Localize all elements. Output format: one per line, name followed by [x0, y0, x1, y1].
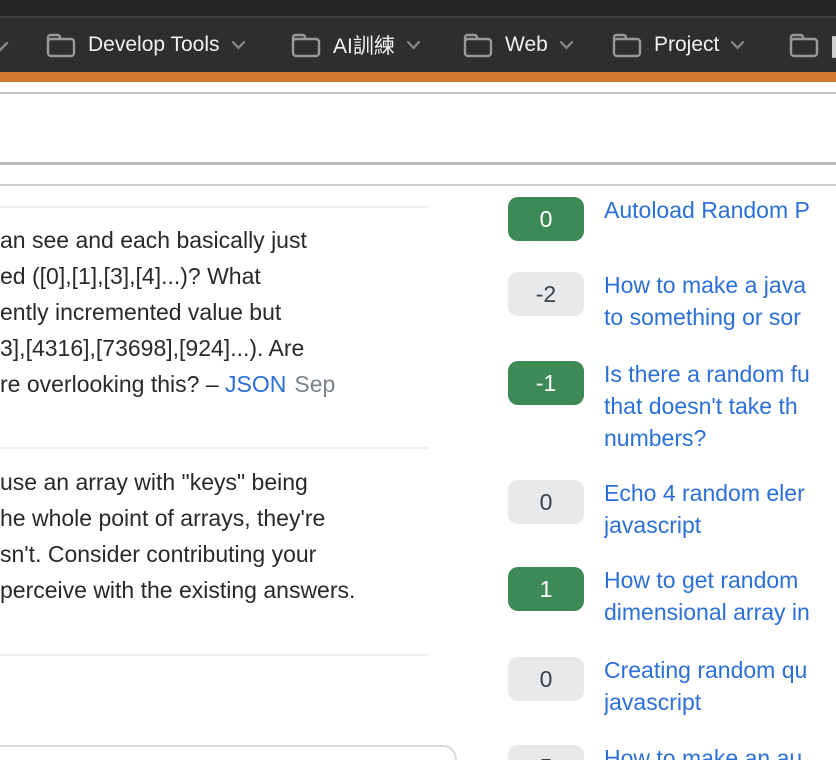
comment-text-line: use an array with "keys" being [0, 464, 440, 500]
folder-icon [45, 32, 77, 59]
bookmark-folder-label: Develop Tools [88, 33, 220, 57]
related-question-link[interactable]: How to get random dimensional array in [604, 564, 836, 628]
related-question-link[interactable]: How to make a java to something or sor [604, 269, 836, 333]
comment-text-line: 3],[4316],[73698],[924]...). Are [0, 330, 440, 366]
vote-count-badge: 0 [508, 657, 584, 701]
chevron-down-icon [406, 40, 421, 50]
comment-text-line: ently incremented value but [0, 294, 440, 330]
comment-text-fragment: re overlooking this? – [0, 371, 225, 397]
bookmark-folder-ai-training[interactable]: AI訓練 [290, 18, 421, 72]
bookmark-folder-label: AI訓練 [333, 30, 395, 60]
related-question-link[interactable]: How to make an au [604, 742, 836, 760]
comment-text-line: an see and each basically just [0, 222, 440, 258]
comment-text-line: perceive with the existing answers. [0, 572, 440, 608]
comment-separator [0, 206, 428, 208]
comment-author-link[interactable]: JSON [225, 371, 286, 397]
vote-count-badge: 0 [508, 197, 584, 241]
related-question-link[interactable]: Autoload Random P [604, 194, 836, 226]
related-question-link[interactable]: Is there a random fu that doesn't take t… [604, 358, 836, 454]
comment-text-line: ed ([0],[1],[3],[4]...)? What [0, 258, 440, 294]
related-questions-list: 0 Autoload Random P -2 How to make a jav… [508, 0, 836, 760]
comment: use an array with "keys" being he whole … [0, 464, 440, 608]
folder-icon [462, 32, 494, 59]
comment-separator [0, 654, 428, 656]
related-question-link[interactable]: Creating random qu javascript [604, 654, 836, 718]
comment-text-line: sn't. Consider contributing your [0, 536, 440, 572]
chevron-down-icon [231, 40, 246, 50]
vote-count-badge: 0 [508, 480, 584, 524]
bookmark-folder-develop-tools[interactable]: Develop Tools [45, 18, 246, 72]
vote-count-badge: 5 [508, 745, 584, 760]
comment-separator [0, 447, 428, 449]
comment-text-line: he whole point of arrays, they're [0, 500, 440, 536]
vote-count-badge: -1 [508, 361, 584, 405]
vote-count-badge: -2 [508, 272, 584, 316]
related-question-link[interactable]: Echo 4 random eler javascript [604, 477, 836, 541]
folder-icon [290, 32, 322, 59]
chevron-down-icon [0, 40, 9, 58]
comment-text-line: re overlooking this? – JSON Sep [0, 366, 440, 402]
browser-window: Develop Tools AI訓練 Web [0, 0, 836, 760]
comment: an see and each basically just ed ([0],[… [0, 222, 440, 402]
comment-date: Sep [294, 371, 335, 397]
add-comment-input[interactable] [0, 745, 457, 760]
vote-count-badge: 1 [508, 567, 584, 611]
